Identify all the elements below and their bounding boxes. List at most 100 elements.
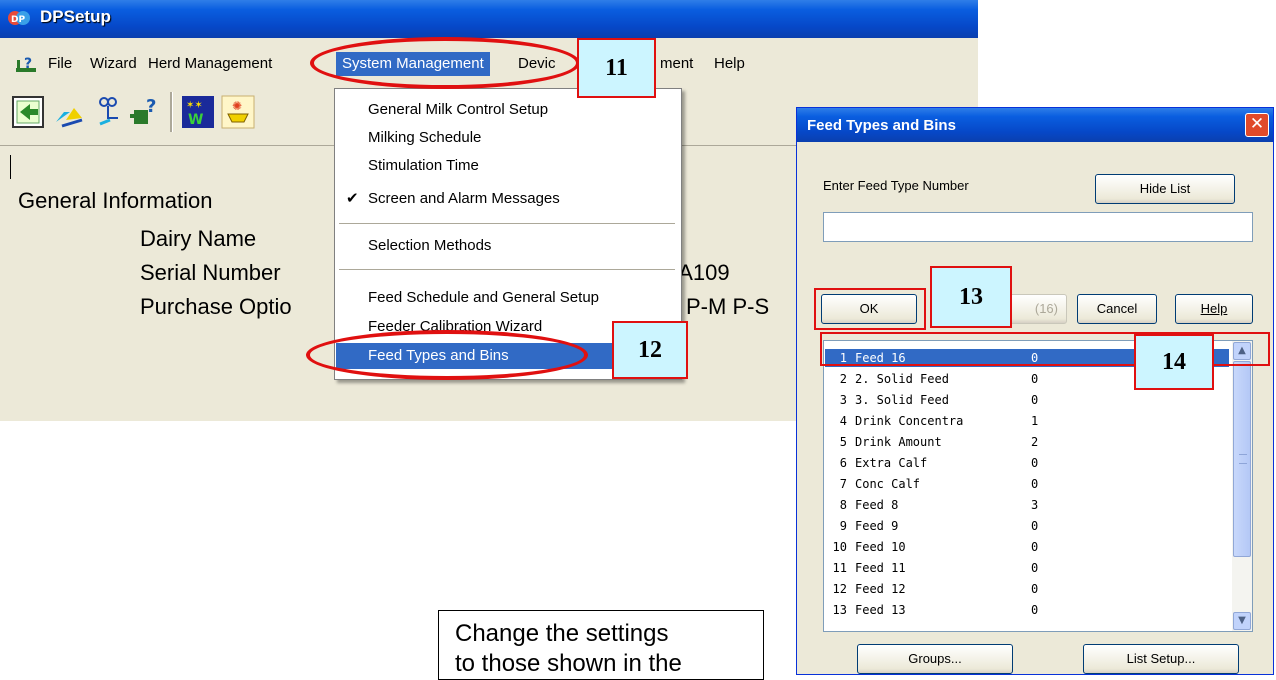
menu-item-stimulation-time[interactable]: Stimulation Time	[336, 153, 680, 179]
menu-separator	[339, 269, 675, 270]
title-bar[interactable]: DP DPSetup	[0, 0, 978, 38]
scroll-thumb[interactable]	[1233, 361, 1251, 557]
menu-separator	[339, 223, 675, 224]
list-item-value: 0	[1031, 603, 1039, 617]
svg-text:DP: DP	[11, 15, 25, 25]
list-item-value: 0	[1031, 519, 1039, 533]
cancel-button[interactable]: Cancel	[1077, 294, 1157, 324]
milk-network-icon[interactable]	[90, 94, 126, 130]
purchase-options-label: Purchase Optio	[140, 294, 292, 319]
help-user-icon[interactable]: ?	[15, 54, 39, 74]
import-icon[interactable]	[10, 94, 46, 130]
menu-device-management-right[interactable]: ment	[660, 54, 693, 74]
list-item-value: 0	[1031, 372, 1039, 386]
close-icon[interactable]: ✕	[1245, 113, 1269, 137]
window-title: DPSetup	[40, 7, 111, 26]
list-item[interactable]: 3 3. Solid Feed 0	[825, 391, 1229, 409]
purchase-options-value: P-M P-S	[686, 294, 770, 319]
menu-item-selection-methods[interactable]: Selection Methods	[336, 233, 680, 259]
list-item-name: Conc Calf	[855, 477, 921, 491]
list-item[interactable]: 11 Feed 11 0	[825, 559, 1229, 577]
list-item-name: Feed 8	[855, 498, 899, 512]
callout-13: 13	[930, 266, 1012, 328]
list-item[interactable]: 13 Feed 13 0	[825, 601, 1229, 619]
menu-file[interactable]: File	[48, 54, 72, 74]
toolbar-separator	[170, 92, 173, 132]
list-item-value: 0	[1031, 393, 1039, 407]
list-item-number: 2	[839, 372, 847, 386]
list-item-number: 3	[839, 393, 847, 407]
scrollbar[interactable]: ▲ ▼	[1232, 341, 1252, 631]
hide-list-button[interactable]: Hide List	[1095, 174, 1235, 204]
help-button[interactable]: Help	[1175, 294, 1253, 324]
list-item[interactable]: 6 Extra Calf 0	[825, 454, 1229, 472]
note-line-1: Change the settings	[455, 620, 669, 647]
menu-wizard[interactable]: Wizard	[90, 54, 137, 74]
list-item-name: 2. Solid Feed	[855, 372, 949, 386]
svg-text:?: ?	[24, 56, 32, 72]
list-item-number: 5	[839, 435, 847, 449]
feed-types-dialog: Feed Types and Bins ✕ Enter Feed Type Nu…	[796, 107, 1274, 675]
menu-item-general-milk-control-setup[interactable]: General Milk Control Setup	[336, 97, 680, 123]
menu-item-screen-and-alarm-messages[interactable]: ✔ Screen and Alarm Messages	[336, 186, 680, 212]
menu-help[interactable]: Help	[714, 54, 745, 74]
list-item[interactable]: 5 Drink Amount 2	[825, 433, 1229, 451]
callout-12: 12	[612, 321, 688, 379]
list-item-value: 0	[1031, 540, 1039, 554]
alarm-icon[interactable]: ✺	[220, 94, 256, 130]
svg-text:✶✶: ✶✶	[186, 100, 203, 111]
grip-icon	[1239, 454, 1247, 464]
highlight-ellipse-system-management	[310, 37, 580, 89]
feed-type-number-label: Enter Feed Type Number	[823, 178, 969, 193]
menu-item-feed-schedule-and-general-setup[interactable]: Feed Schedule and General Setup	[336, 285, 680, 311]
list-item-name: Feed 11	[855, 561, 906, 575]
list-item-number: 11	[832, 561, 847, 575]
text-caret	[10, 155, 11, 179]
list-item-value: 2	[1031, 435, 1039, 449]
toolbar: ? ✶✶ W ✺	[0, 88, 340, 138]
dialog-title: Feed Types and Bins	[807, 117, 956, 134]
dialog-title-bar[interactable]: Feed Types and Bins ✕	[797, 108, 1273, 142]
wizard-icon[interactable]: ✶✶ W	[180, 94, 216, 130]
menu-item-label: Screen and Alarm Messages	[368, 190, 560, 207]
svg-text:W: W	[188, 112, 203, 128]
list-item-number: 10	[832, 540, 847, 554]
plug-help-icon[interactable]: ?	[128, 94, 164, 130]
list-item[interactable]: 7 Conc Calf 0	[825, 475, 1229, 493]
list-item-value: 0	[1031, 477, 1039, 491]
list-item-value: 3	[1031, 498, 1039, 512]
list-item-name: Extra Calf	[855, 456, 928, 470]
list-item-number: 4	[839, 414, 847, 428]
svg-text:?: ?	[146, 96, 156, 117]
scroll-down-icon[interactable]: ▼	[1233, 612, 1251, 630]
list-item[interactable]: 12 Feed 12 0	[825, 580, 1229, 598]
list-item[interactable]: 8 Feed 8 3	[825, 496, 1229, 514]
callout-11: 11	[577, 38, 656, 98]
list-item-number: 12	[832, 582, 847, 596]
list-item-number: 8	[839, 498, 847, 512]
serial-number-label: Serial Number	[140, 260, 281, 285]
list-item-number: 7	[839, 477, 847, 491]
list-item-value: 1	[1031, 414, 1039, 428]
menu-item-milking-schedule[interactable]: Milking Schedule	[336, 125, 680, 151]
groups-button[interactable]: Groups...	[857, 644, 1013, 674]
list-item-number: 6	[839, 456, 847, 470]
list-item-number: 9	[839, 519, 847, 533]
list-item[interactable]: 10 Feed 10 0	[825, 538, 1229, 556]
general-information-heading: General Information	[18, 188, 213, 213]
cursor-arrow-icon[interactable]	[52, 94, 88, 130]
list-setup-button[interactable]: List Setup...	[1083, 644, 1239, 674]
list-item[interactable]: 9 Feed 9 0	[825, 517, 1229, 535]
list-item-name: Feed 9	[855, 519, 899, 533]
list-item-name: Feed 10	[855, 540, 906, 554]
highlight-rect-ok	[814, 288, 926, 330]
list-item-name: Drink Concentra	[855, 414, 964, 428]
list-item-value: 0	[1031, 456, 1039, 470]
list-item-value: 0	[1031, 561, 1039, 575]
list-item[interactable]: 4 Drink Concentra 1	[825, 412, 1229, 430]
feed-type-number-input[interactable]	[823, 212, 1253, 242]
highlight-ellipse-feed-types	[306, 330, 588, 380]
menu-herd-management[interactable]: Herd Management	[148, 54, 314, 74]
svg-text:✺: ✺	[232, 99, 242, 113]
list-item-number: 13	[832, 603, 847, 617]
